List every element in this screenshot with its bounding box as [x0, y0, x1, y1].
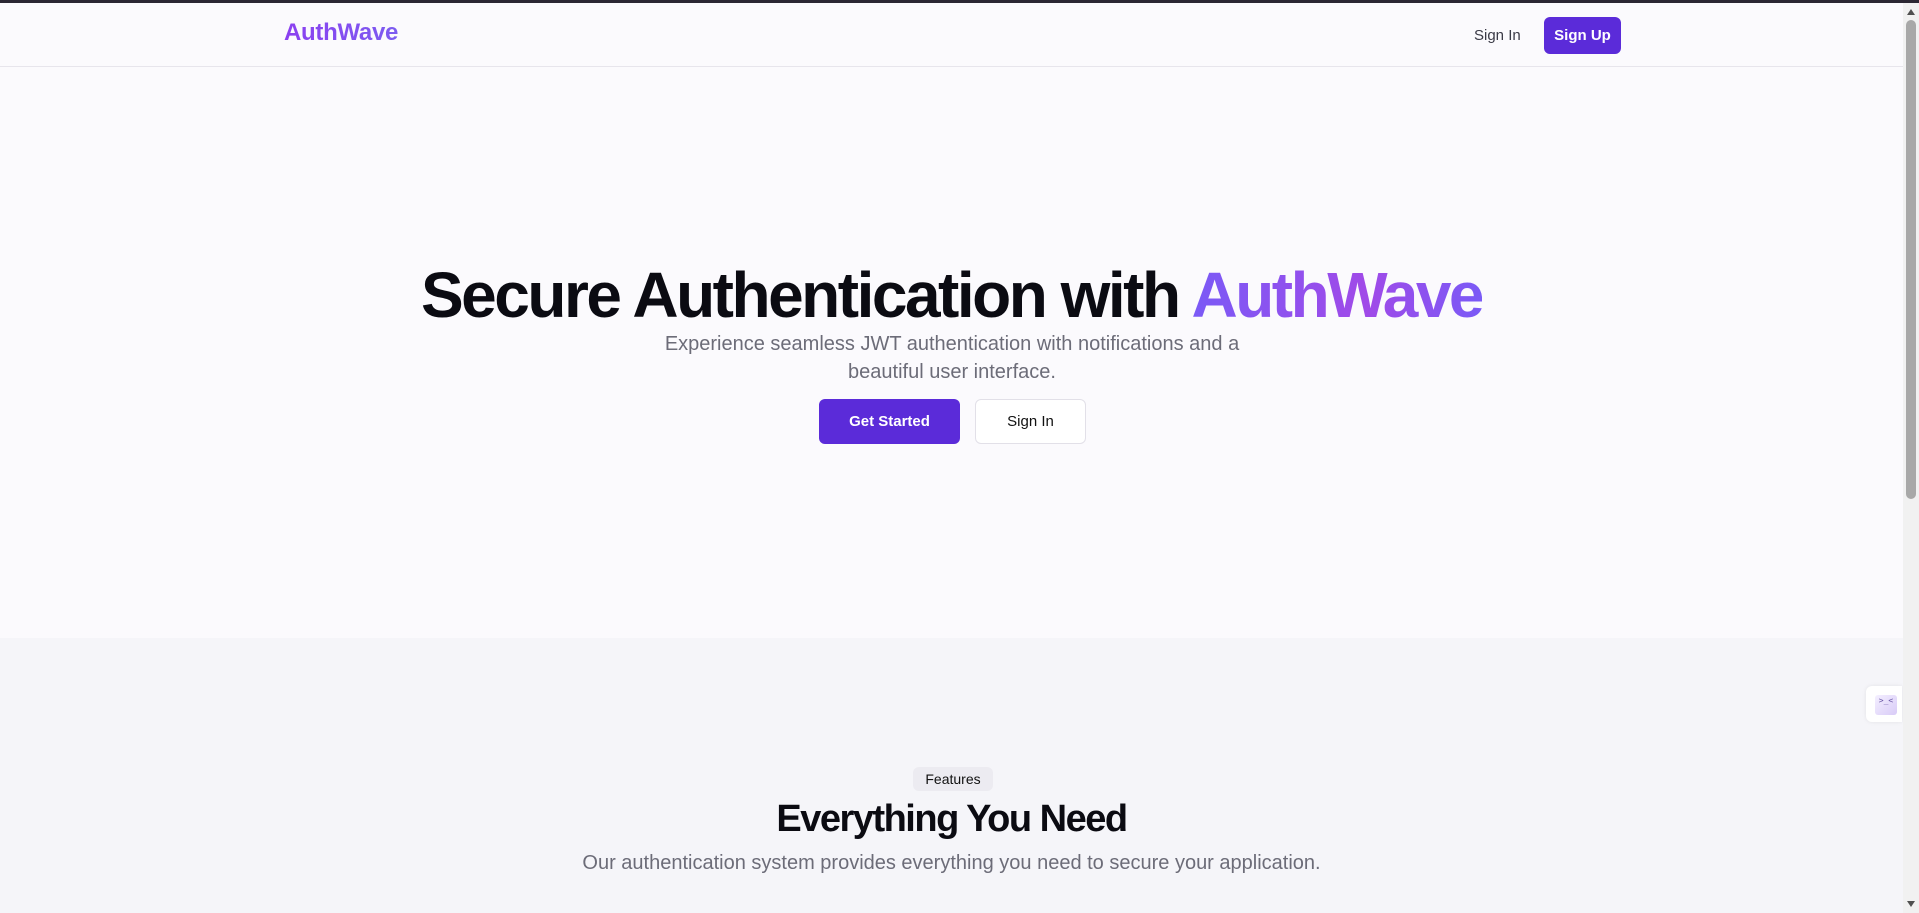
- features-title: Everything You Need: [776, 798, 1128, 840]
- brand-logo[interactable]: AuthWave: [284, 19, 398, 47]
- page: AuthWave Sign In Sign Up Secure Authenti…: [0, 3, 1903, 913]
- features-badge: Features: [913, 767, 993, 791]
- hero-section: Secure Authentication with AuthWave Expe…: [0, 68, 1903, 638]
- devtools-icon: >_<: [1875, 695, 1897, 715]
- features-section: Features Everything You Need Our authent…: [0, 638, 1903, 913]
- get-started-button[interactable]: Get Started: [819, 399, 960, 444]
- scroll-down-arrow-icon[interactable]: [1907, 901, 1915, 907]
- vertical-scrollbar[interactable]: [1903, 3, 1919, 913]
- hero-sign-in-button[interactable]: Sign In: [975, 399, 1086, 444]
- nav-sign-up-button[interactable]: Sign Up: [1544, 17, 1621, 54]
- hero-title-accent: AuthWave: [1191, 259, 1484, 331]
- nav-sign-in-button[interactable]: Sign In: [1460, 19, 1535, 53]
- side-widget[interactable]: >_<: [1866, 686, 1902, 722]
- hero-subtitle: Experience seamless JWT authentication w…: [664, 333, 1240, 383]
- site-header: AuthWave Sign In Sign Up: [0, 3, 1903, 67]
- hero-title-main: Secure Authentication with: [420, 259, 1181, 331]
- features-subtitle: Our authentication system provides every…: [582, 852, 1321, 874]
- hero-title: Secure Authentication with AuthWave: [0, 258, 1903, 332]
- scrollbar-thumb[interactable]: [1906, 20, 1916, 499]
- scroll-up-arrow-icon[interactable]: [1907, 9, 1915, 15]
